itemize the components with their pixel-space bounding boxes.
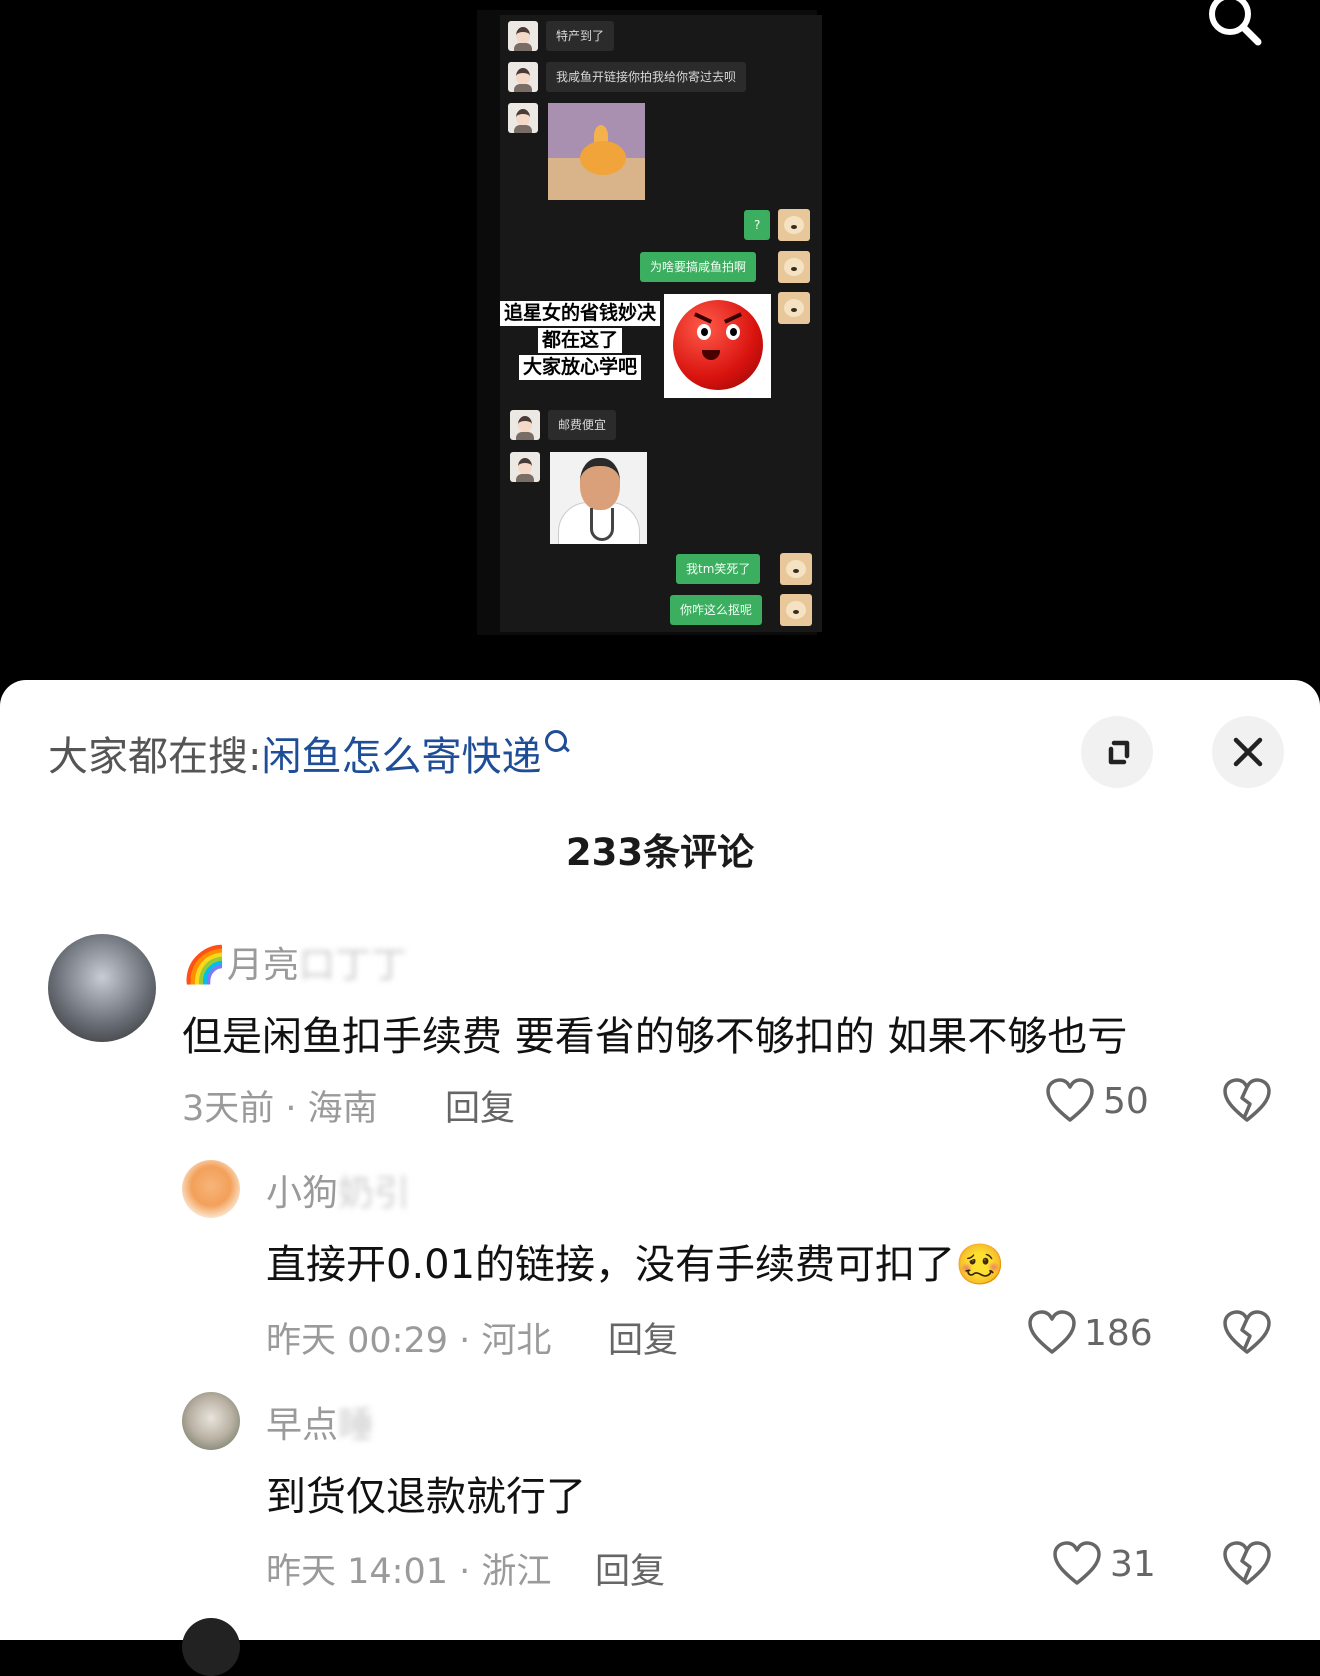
chat-message: 特产到了 bbox=[546, 21, 615, 51]
broken-heart-icon[interactable] bbox=[1222, 1541, 1272, 1587]
comment-meta: 昨天 00:29 · 河北 bbox=[266, 1321, 552, 1361]
caption-line: 大家放心学吧 bbox=[518, 355, 641, 380]
close-button[interactable] bbox=[1212, 716, 1284, 788]
like-count: 186 bbox=[1084, 1313, 1153, 1354]
like-count: 31 bbox=[1110, 1544, 1156, 1585]
expand-button[interactable] bbox=[1081, 716, 1153, 788]
comment-text: 到货仅退款就行了 bbox=[266, 1474, 586, 1520]
avatar-dog bbox=[778, 251, 810, 283]
chat-message: 我tm笑死了 bbox=[676, 554, 761, 584]
close-icon bbox=[1233, 737, 1263, 767]
reply-button[interactable]: 回复 bbox=[445, 1080, 515, 1131]
search-icon bbox=[545, 730, 568, 752]
avatar-dog bbox=[778, 292, 810, 324]
avatar-girl bbox=[508, 21, 538, 51]
comments-count: 233条评论 bbox=[565, 831, 755, 874]
search-icon[interactable] bbox=[1204, 0, 1264, 54]
broken-heart-icon[interactable] bbox=[1222, 1310, 1272, 1356]
hot-search-query[interactable]: 闲鱼怎么寄快递 bbox=[261, 734, 541, 780]
caption-line: 都在这了 bbox=[537, 328, 622, 353]
comment-meta: 3天前 · 海南 bbox=[182, 1089, 378, 1129]
chat-message: 邮费便宜 bbox=[548, 410, 617, 440]
comment-text: 但是闲鱼扣手续费 要看省的够不够扣的 如果不够也亏 bbox=[182, 1014, 1128, 1060]
video-area[interactable]: 特产到了 我咸鱼开链接你拍我给你寄过去呗 ? 为啥要搞咸鱼拍啊 追星女的省钱妙决… bbox=[0, 0, 1320, 700]
expand-icon bbox=[1108, 740, 1130, 765]
heart-icon[interactable] bbox=[1027, 1310, 1077, 1356]
avatar[interactable] bbox=[48, 934, 156, 1042]
avatar-dog bbox=[778, 209, 810, 241]
reply-button[interactable]: 回复 bbox=[608, 1312, 678, 1363]
reply-button[interactable]: 回复 bbox=[595, 1543, 665, 1594]
caption-line: 追星女的省钱妙决 bbox=[499, 301, 660, 326]
chat-message: 我咸鱼开链接你拍我给你寄过去呗 bbox=[546, 62, 747, 92]
comment-author[interactable]: 小狗奶引 bbox=[266, 1164, 410, 1216]
avatar-dog bbox=[780, 594, 812, 626]
heart-icon[interactable] bbox=[1045, 1078, 1095, 1124]
doctor-meme-image bbox=[550, 452, 647, 544]
avatar-girl bbox=[508, 62, 538, 92]
comment-text: 直接开0.01的链接，没有手续费可扣了🥴 bbox=[266, 1242, 1005, 1288]
avatar-girl bbox=[508, 103, 538, 133]
avatar[interactable] bbox=[182, 1160, 240, 1218]
like-count: 50 bbox=[1103, 1081, 1149, 1122]
chat-message: 你咋这么抠呢 bbox=[670, 595, 763, 625]
avatar-girl bbox=[510, 452, 540, 482]
heart-icon[interactable] bbox=[1052, 1541, 1102, 1587]
avatar-girl bbox=[510, 410, 540, 440]
orange-cartoon-image bbox=[548, 103, 645, 200]
avatar[interactable] bbox=[182, 1392, 240, 1450]
angry-face-image bbox=[664, 294, 771, 398]
comment-meta: 昨天 14:01 · 浙江 bbox=[266, 1552, 552, 1592]
hot-search-bar[interactable]: 大家都在搜:闲鱼怎么寄快递 bbox=[48, 724, 568, 782]
chat-message: 为啥要搞咸鱼拍啊 bbox=[640, 252, 757, 282]
hot-search-prefix: 大家都在搜: bbox=[48, 734, 262, 780]
broken-heart-icon[interactable] bbox=[1222, 1078, 1272, 1124]
chat-message: ? bbox=[744, 210, 771, 240]
woozy-face-emoji: 🥴 bbox=[955, 1242, 1005, 1288]
video-caption: 追星女的省钱妙决 都在这了 大家放心学吧 bbox=[497, 300, 663, 381]
avatar-dog bbox=[780, 553, 812, 585]
comment-author[interactable]: 🌈月亮口丁丁 bbox=[182, 936, 407, 988]
avatar[interactable] bbox=[182, 1618, 240, 1676]
comment-author[interactable]: 早点睡 bbox=[266, 1396, 374, 1448]
